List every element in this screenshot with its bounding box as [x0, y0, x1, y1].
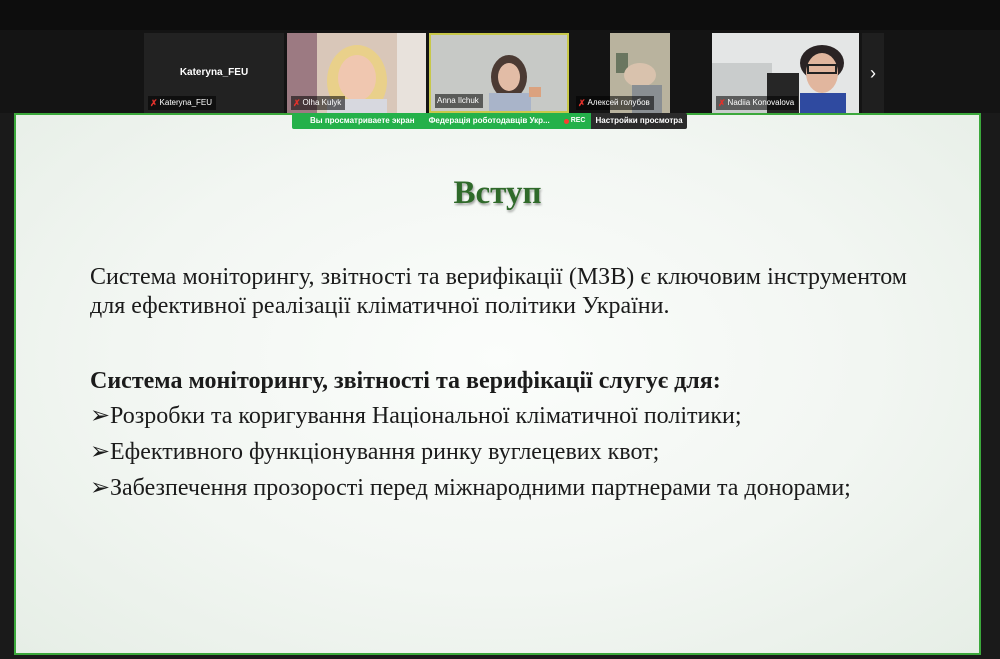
shared-screen-slide: Вступ Система моніторингу, звітності та …	[14, 113, 981, 655]
slide-bullet: ➢ Розробки та коригування Національної к…	[90, 402, 907, 431]
presenter-name: Федерація роботодавців Укр...	[428, 116, 550, 125]
muted-mic-icon: ✗	[150, 98, 158, 108]
participant-tile-3-active-speaker[interactable]: Anna Ilchuk	[429, 33, 569, 113]
slide-bullet-text: Ефективного функціонування ринку вуглеце…	[110, 439, 660, 465]
slide-paragraph: Система моніторингу, звітності та верифі…	[90, 264, 907, 319]
participant-tile-5[interactable]: ✗ Nadiia Konovalova	[712, 33, 859, 113]
slide-bullet: ➢ Забезпечення прозорості перед міжнарод…	[90, 474, 907, 503]
participant-name-label: ✗ Алексей голубов	[576, 96, 654, 110]
arrow-bullet-icon: ➢	[90, 439, 111, 465]
participant-tile-2[interactable]: ✗ Olha Kulyk	[287, 33, 426, 113]
record-dot-icon	[563, 118, 569, 124]
slide-bullet: ➢ Ефективного функціонування ринку вугле…	[90, 438, 907, 467]
viewing-screen-text: Вы просматриваете экран	[310, 116, 415, 125]
participant-center-name: Kateryna_FEU	[179, 67, 249, 78]
slide-subheading: Система моніторингу, звітності та верифі…	[90, 368, 721, 394]
screen-share-banner: Вы просматриваете экран Федерація робото…	[292, 113, 706, 129]
participant-name-label: Anna Ilchuk	[435, 94, 483, 108]
rec-label: REC	[570, 117, 586, 124]
arrow-bullet-icon: ➢	[90, 475, 111, 501]
participant-name: Nadiia Konovalova	[727, 98, 795, 107]
slide-bullet-text: Забезпечення прозорості перед міжнародни…	[110, 475, 851, 501]
arrow-bullet-icon: ➢	[90, 403, 111, 429]
recording-indicator: REC	[563, 113, 586, 129]
participant-name-label: ✗ Kateryna_FEU	[148, 96, 217, 110]
participant-tile-1[interactable]: Kateryna_FEU ✗ Kateryna_FEU	[144, 33, 284, 113]
share-status: Вы просматриваете экран Федерація робото…	[292, 113, 592, 129]
next-participants-chevron-icon[interactable]: ›	[862, 33, 884, 113]
participant-name-label: ✗ Nadiia Konovalova	[716, 96, 799, 110]
muted-mic-icon: ✗	[718, 98, 726, 108]
slide-title: Вступ	[453, 175, 542, 211]
top-bar	[0, 0, 1000, 30]
participant-name: Olha Kulyk	[302, 98, 342, 107]
muted-mic-icon: ✗	[578, 98, 586, 108]
participant-name-label: ✗ Olha Kulyk	[291, 96, 346, 110]
muted-mic-icon: ✗	[293, 98, 301, 108]
participant-name: Kateryna_FEU	[159, 98, 213, 107]
slide-body: Система моніторингу, звітності та верифі…	[90, 263, 907, 503]
slide-bullet-text: Розробки та коригування Національної клі…	[110, 403, 742, 429]
participant-name: Алексей голубов	[587, 98, 650, 107]
view-options-button[interactable]: Настройки просмотра	[591, 113, 687, 129]
participant-name: Anna Ilchuk	[437, 96, 479, 105]
participant-tile-4[interactable]: ✗ Алексей голубов	[572, 33, 670, 113]
